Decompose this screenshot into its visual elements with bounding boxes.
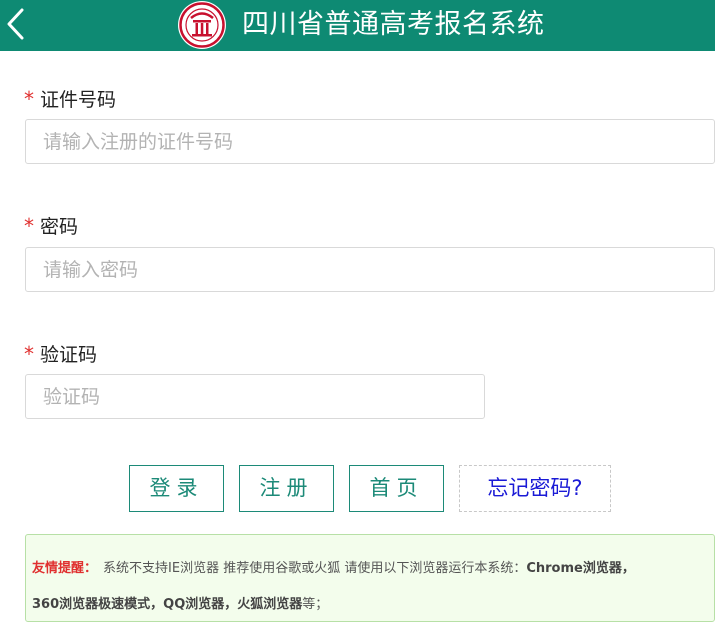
password-label-text: 密码 (40, 216, 79, 238)
required-mark: * (24, 342, 34, 366)
id-number-label-text: 证件号码 (40, 89, 117, 111)
captcha-input[interactable] (25, 374, 485, 419)
password-label: * 密码 (24, 213, 78, 239)
page-title: 四川省普通高考报名系统 (242, 9, 545, 40)
forgot-password-link[interactable]: 忘记密码? (459, 465, 611, 512)
notice-browser-chrome: Chrome浏览器， (526, 561, 635, 576)
back-button[interactable] (2, 5, 32, 43)
chevron-left-icon (7, 8, 24, 40)
password-input[interactable] (25, 247, 715, 292)
emblem-logo-icon (178, 1, 226, 49)
notice-ending: 等； (302, 597, 329, 612)
notice-box: 友情提醒： 系统不支持IE浏览器 推荐使用谷歌或火狐 请使用以下浏览器运行本系统：… (25, 534, 715, 622)
login-button[interactable]: 登录 (129, 465, 224, 512)
register-button[interactable]: 注册 (239, 465, 334, 512)
notice-text: 系统不支持IE浏览器 推荐使用谷歌或火狐 请使用以下浏览器运行本系统： (103, 561, 527, 576)
captcha-label-text: 验证码 (40, 344, 98, 366)
notice-browser-list: 360浏览器极速模式，QQ浏览器，火狐浏览器 (32, 597, 303, 612)
id-number-label: * 证件号码 (24, 86, 116, 112)
notice-title: 友情提醒： (32, 561, 98, 576)
notice-line-1: 友情提醒： 系统不支持IE浏览器 推荐使用谷歌或火狐 请使用以下浏览器运行本系统：… (32, 551, 714, 587)
notice-line-2: 360浏览器极速模式，QQ浏览器，火狐浏览器等； (32, 587, 714, 623)
required-mark: * (24, 87, 34, 111)
home-button[interactable]: 首页 (349, 465, 444, 512)
id-number-input[interactable] (25, 119, 715, 164)
captcha-label: * 验证码 (24, 341, 97, 367)
required-mark: * (24, 214, 34, 238)
header-bar: 四川省普通高考报名系统 (0, 0, 715, 51)
